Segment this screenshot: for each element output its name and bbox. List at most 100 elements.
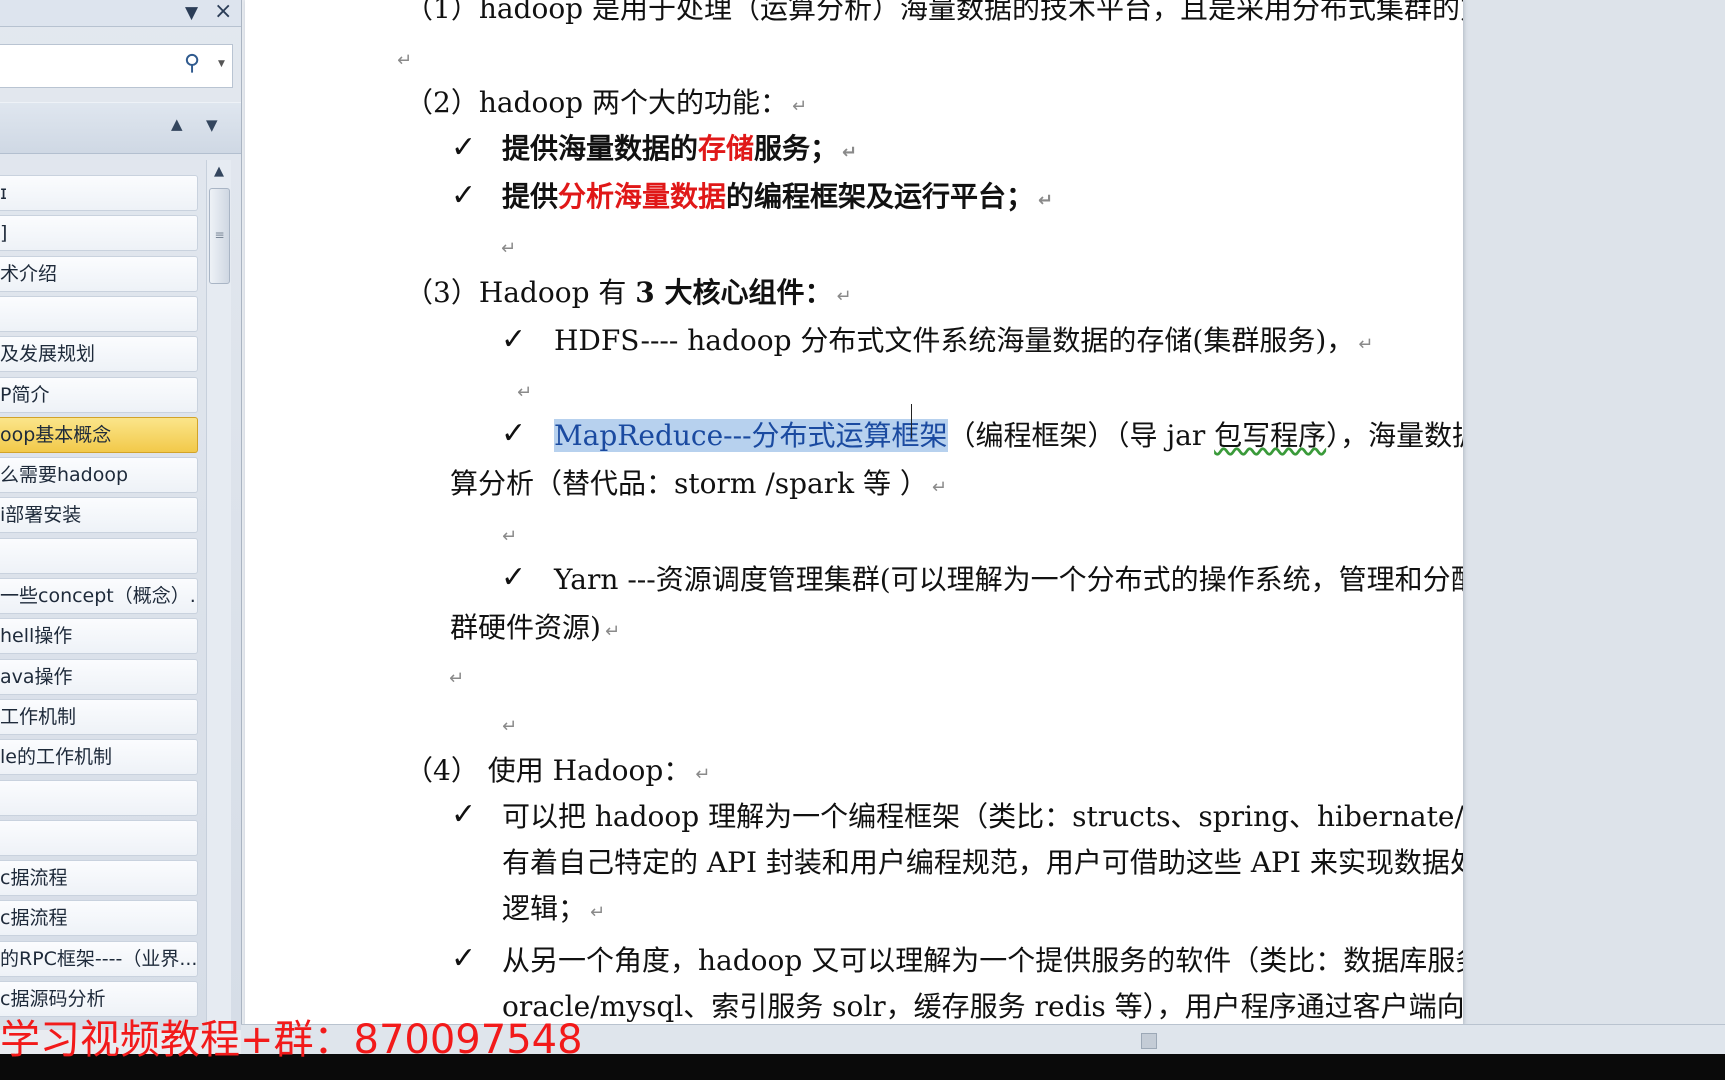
paragraph-3: （3）Hadoop 有 3 大核心组件： ↵ [405,276,852,314]
checkmark-bullet: ✓ [501,322,527,357]
function-analysis-post: 的编程框架及运行平台； [726,180,1035,213]
paragraph-mark: ↵ [1358,334,1374,355]
paragraph-mark: ↵ [836,286,852,307]
watermark-text: 学习视频教程+群：870097548 [0,1017,583,1063]
usage-framework-line3: 逻辑； ↵ [502,892,605,930]
search-options-dropdown-icon[interactable]: ▼ [218,59,225,69]
scroll-thumb[interactable] [1141,1033,1157,1049]
usage-framework-line1-text: 可以把 hadoop 理解为一个编程框架（类比：structs、spring、h… [502,800,1463,833]
paragraph-mark: ↵ [517,382,533,403]
scroll-thumb[interactable]: ≡ [209,188,230,284]
mapreduce-mid: （编程框架）（导 jar [947,419,1215,452]
paragraph-mark: ↵ [604,621,621,642]
nav-heading-item[interactable]: c据流程 [0,860,198,896]
nav-heading-item[interactable]: hell操作 [0,618,198,654]
paragraph-mark: ↵ [931,477,947,498]
hdfs-text: HDFS---- hadoop 分布式文件系统海量数据的存储(集群服务)， [554,324,1355,357]
paragraph-mark: ↵ [502,716,518,737]
nav-heading-item[interactable]: 的RPC框架----（业界... [0,941,198,977]
nav-heading-item[interactable]: i部署安装 [0,497,198,533]
checkmark-bullet: ✓ [501,416,527,451]
nav-heading-item[interactable]: oop基本概念 [0,417,198,453]
nav-scrollbar[interactable]: ▲ ≡ [206,160,231,1030]
nav-heading-item[interactable]: 一些concept（概念）... [0,578,198,614]
function-storage-post: 服务； [754,132,839,165]
nav-heading-item[interactable]: 术介绍 [0,256,198,292]
mapreduce-line2-text: 算分析（替代品：storm /spark 等 ） [450,467,928,500]
nav-heading-item[interactable] [0,296,198,332]
paragraph-mark: ↵ [501,238,517,259]
function-storage-red: 存储 [698,132,755,165]
function-storage-item: 提供海量数据的存储服务； ↵ [502,132,857,170]
function-storage-pre: 提供海量数据的 [502,132,699,165]
nav-title-bar: ▼ × [0,0,241,27]
paragraph-mark: ↵ [502,526,518,547]
paragraph-2-text: （2）hadoop 两个大的功能： [405,86,789,119]
checkmark-bullet: ✓ [451,941,477,976]
paragraph-mark: ↵ [590,902,606,923]
next-heading-icon[interactable]: ▼ [206,116,218,134]
empty-paragraph: ↵ [498,516,517,554]
nav-heading-item[interactable]: ] [0,215,198,251]
function-analysis-red: 分析海量数据 [558,180,727,213]
text-cursor [911,404,912,438]
paragraph-3-bold: 3 大核心组件： [635,276,833,309]
function-analysis-item: 提供分析海量数据的编程框架及运行平台； ↵ [502,180,1053,218]
nav-search-input[interactable] [0,51,174,81]
nav-heading-item[interactable]: 么需要hadoop [0,457,198,493]
close-icon[interactable]: × [214,0,232,24]
paragraph-mark: ↵ [1038,190,1054,211]
empty-paragraph: ↵ [513,372,532,410]
usage-framework-line3-text: 逻辑； [502,892,587,925]
nav-heading-item[interactable] [0,780,198,816]
paragraph-1: （1）hadoop 是用于处理（运算分析）海量数据的技术平台，且是采用分布式集群… [405,0,1463,30]
mapreduce-item: MapReduce---分布式运算框架（编程框架）（导 jar 包写程序），海量… [554,419,1463,453]
empty-paragraph: ↵ [498,706,517,744]
nav-browse-bar: ▲ ▼ [0,102,241,154]
nav-heading-item[interactable] [0,820,198,856]
empty-paragraph: ↵ [497,228,516,266]
nav-heading-item[interactable]: 工作机制 [0,699,198,735]
checkmark-bullet: ✓ [451,130,477,165]
paragraph-2: （2）hadoop 两个大的功能： ↵ [405,86,807,124]
empty-paragraph: ↵ [393,40,412,78]
search-icon[interactable]: ⚲ [184,51,200,76]
usage-framework-line2-text: 有着自己特定的 API 封装和用户编程规范，用户可借助这些 API 来实现数据处… [502,846,1463,879]
nav-heading-item[interactable]: 及发展规划 [0,336,198,372]
nav-search-box: ⚲ ▼ [0,44,233,88]
document-area: （1）hadoop 是用于处理（运算分析）海量数据的技术平台，且是采用分布式集群… [245,0,1725,1026]
navigation-pane: ▼ × ⚲ ▼ ▲ ▼ ɪ] 术介绍及发展规划 P简介 oop基本概念 么需要hadoo… [0,0,242,1030]
usage-framework-line1: 可以把 hadoop 理解为一个编程框架（类比：structs、spring、h… [502,800,1463,834]
scroll-up-icon[interactable]: ▲ [207,160,231,184]
usage-framework-line2: 有着自己特定的 API 封装和用户编程规范，用户可借助这些 API 来实现数据处… [502,846,1463,880]
paragraph-mark: ↵ [842,142,858,163]
paragraph-3-pre: （3）Hadoop 有 [405,276,636,309]
nav-heading-item[interactable]: ɪ [0,175,198,211]
nav-heading-item[interactable]: c据流程 [0,900,198,936]
function-analysis-pre: 提供 [502,180,559,213]
nav-heading-item[interactable]: P简介 [0,377,198,413]
paragraph-4-text: （4） 使用 Hadoop： [405,754,692,787]
mapreduce-item-line2: 算分析（替代品：storm /spark 等 ） ↵ [450,467,947,505]
nav-heading-item[interactable]: le的工作机制 [0,739,198,775]
yarn-line2-text: 群硬件资源) [450,611,601,644]
nav-heading-item[interactable]: ava操作 [0,659,198,695]
checkmark-bullet: ✓ [501,560,527,595]
usage-service-line1: 从另一个角度，hadoop 又可以理解为一个提供服务的软件（类比：数据库服务 [502,944,1463,978]
chevron-down-icon[interactable]: ▼ [185,3,198,23]
paragraph-mark: ↵ [695,764,711,785]
nav-heading-item[interactable] [0,538,198,574]
paragraph-1-text: （1）hadoop 是用于处理（运算分析）海量数据的技术平台，且是采用分布式集群… [405,0,1463,25]
empty-paragraph: ↵ [445,658,464,696]
paragraph-mark: ↵ [449,668,465,689]
usage-service-line1-text: 从另一个角度，hadoop 又可以理解为一个提供服务的软件（类比：数据库服务 [502,944,1463,977]
document-page[interactable]: （1）hadoop 是用于处理（运算分析）海量数据的技术平台，且是采用分布式集群… [245,0,1463,1026]
spelling-underline-text: 包写程序 [1214,419,1327,452]
mapreduce-post: ），海量数据运 [1326,419,1463,452]
yarn-item: Yarn ---资源调度管理集群(可以理解为一个分布式的操作系统，管理和分配集 [554,563,1463,597]
checkmark-bullet: ✓ [451,797,477,832]
yarn-item-line2: 群硬件资源) ↵ [450,611,620,649]
selected-text[interactable]: MapReduce---分布式运算框架 [554,419,948,452]
paragraph-4: （4） 使用 Hadoop： ↵ [405,754,710,792]
previous-heading-icon[interactable]: ▲ [171,115,183,133]
